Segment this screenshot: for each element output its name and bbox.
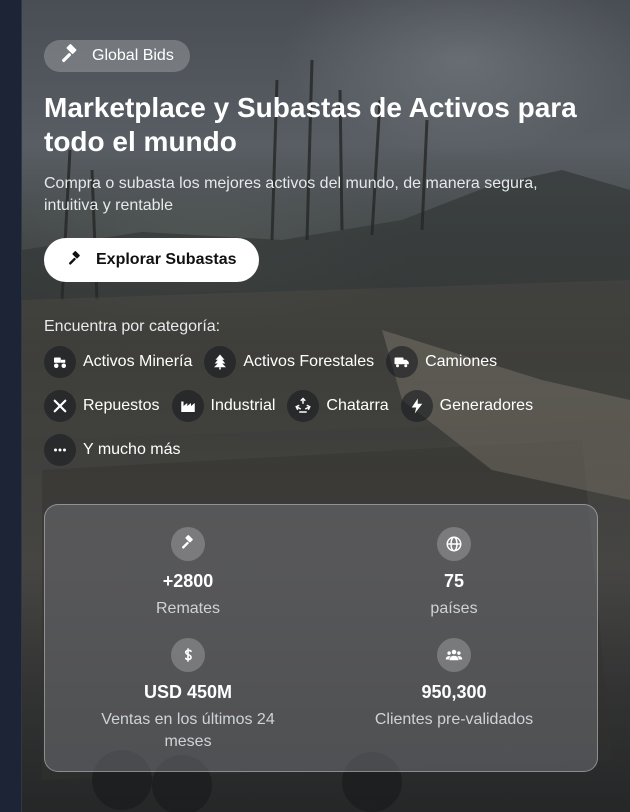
tree-icon xyxy=(204,346,237,378)
left-rail xyxy=(0,0,22,812)
stats-panel: +2800 Remates 75 países USD 450M Ventas … xyxy=(44,504,598,772)
industry-icon xyxy=(171,390,204,422)
gavel-icon xyxy=(61,44,77,63)
category-industrial[interactable]: Industrial xyxy=(171,390,276,422)
category-label: Activos Minería xyxy=(83,353,193,370)
category-mining[interactable]: Activos Minería xyxy=(44,346,192,378)
category-label: Chatarra xyxy=(326,397,389,414)
category-forestry[interactable]: Activos Forestales xyxy=(204,346,374,378)
explore-auctions-button[interactable]: Explorar Subastas xyxy=(44,238,259,282)
stat-label: Clientes pre-validados xyxy=(374,711,534,728)
stat-value: USD 450M xyxy=(143,682,233,702)
category-label: Industrial xyxy=(210,397,276,414)
stat-countries: 75 países xyxy=(321,527,587,638)
category-label: Camiones xyxy=(425,353,498,370)
stat-sales: USD 450M Ventas en los últimos 24 meses xyxy=(55,638,321,753)
stat-label: Remates xyxy=(155,600,221,617)
hero-subtitle: Compra o subasta los mejores activos del… xyxy=(44,175,538,214)
gavel-icon xyxy=(68,251,80,265)
stat-clients: 950,300 Clientes pre-validados xyxy=(321,638,587,753)
category-more[interactable]: Y mucho más xyxy=(44,434,181,466)
dollar-icon xyxy=(171,638,205,672)
category-scrap[interactable]: Chatarra xyxy=(287,390,389,422)
category-list: Activos Minería Activos Forestales Camio… xyxy=(44,346,614,466)
globe-icon xyxy=(437,527,471,561)
gavel-icon xyxy=(171,527,205,561)
tools-icon xyxy=(44,390,76,422)
category-generators[interactable]: Generadores xyxy=(400,390,534,422)
category-label: Activos Forestales xyxy=(243,353,375,370)
category-trucks[interactable]: Camiones xyxy=(386,346,497,378)
category-label: Y mucho más xyxy=(83,441,181,458)
hero-content: Global Bids Marketplace y Subastas de Ac… xyxy=(44,40,614,466)
category-parts[interactable]: Repuestos xyxy=(44,390,160,422)
stat-value: 950,300 xyxy=(421,682,487,702)
ellipsis-icon xyxy=(44,434,76,466)
hero-section: Global Bids Marketplace y Subastas de Ac… xyxy=(22,0,630,812)
stat-auctions: +2800 Remates xyxy=(55,527,321,638)
stat-value: +2800 xyxy=(162,571,214,591)
brand-name: Global Bids xyxy=(92,47,174,64)
recycle-icon xyxy=(287,390,320,422)
tractor-icon xyxy=(44,346,76,378)
stat-label: países xyxy=(430,600,478,617)
stat-value: 75 xyxy=(443,571,465,591)
brand-badge[interactable]: Global Bids xyxy=(44,40,190,72)
truck-icon xyxy=(386,346,419,378)
category-label: Generadores xyxy=(439,397,534,414)
category-label: Repuestos xyxy=(83,397,160,414)
explore-auctions-label: Explorar Subastas xyxy=(96,251,237,268)
stat-label: Ventas en los últimos 24 meses xyxy=(101,711,275,750)
bolt-icon xyxy=(400,390,433,422)
category-heading: Encuentra por categoría: xyxy=(44,318,221,335)
users-icon xyxy=(437,638,471,672)
hero-title: Marketplace y Subastas de Activos para t… xyxy=(44,92,577,157)
